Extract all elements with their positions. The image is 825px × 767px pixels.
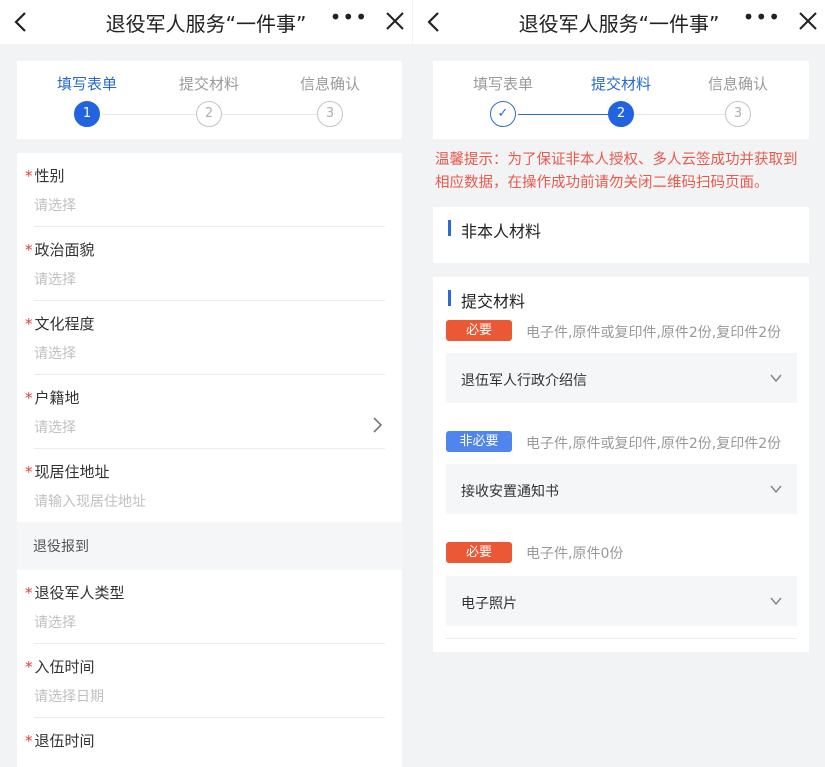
step-number: 2 — [196, 101, 222, 127]
step-number: 3 — [725, 101, 751, 127]
material-item-discharge-letter[interactable]: 退伍军人行政介绍信 — [446, 353, 797, 403]
field-label: * 退伍时间 — [25, 730, 95, 751]
step-label: 信息确认 — [299, 75, 360, 93]
field-placeholder: 请选择 — [34, 198, 76, 214]
household-registration-field[interactable]: * 户籍地 请选择 — [17, 375, 402, 449]
required-mark: * — [25, 584, 33, 602]
step-number: 1 — [74, 101, 100, 127]
step-label: 提交材料 — [590, 75, 651, 93]
field-placeholder: 请选择 — [34, 346, 76, 362]
material-desc: 电子件,原件0份 — [526, 546, 624, 562]
materials-screen: 退役军人服务“一件事” ••• 填写表单 ✓ 提交材料 2 信息确认 3 温馨提… — [413, 0, 825, 767]
required-mark: * — [25, 167, 33, 185]
field-label: * 现居住地址 — [25, 461, 110, 482]
warm-tip: 温馨提示：为了保证非本人授权、多人云签成功并获取到 相应数据，在操作成功前请勿关… — [435, 149, 815, 195]
material-name: 退伍军人行政介绍信 — [461, 373, 587, 389]
required-badge: 必要 — [446, 320, 512, 341]
step-label: 填写表单 — [472, 75, 533, 93]
field-label-text: 入伍时间 — [34, 658, 95, 676]
material-desc: 电子件,原件或复印件,原件2份,复印件2份 — [526, 436, 782, 452]
form-panel: * 性别 请选择 * 政治面貌 请选择 * 文化程度 请选择 * 户籍地 请选择 * 现居… — [17, 153, 402, 767]
field-label: * 政治面貌 — [25, 239, 95, 260]
section-header: 退役报到 — [17, 522, 402, 570]
step-submit-materials: 提交材料 2 — [154, 73, 264, 127]
step-indicator: 填写表单 1 提交材料 2 信息确认 3 — [17, 61, 402, 139]
step-submit-materials: 提交材料 2 — [566, 73, 676, 127]
form-screen: 退役军人服务“一件事” ••• 填写表单 1 提交材料 2 信息确认 3 * 性别… — [0, 0, 412, 767]
step-confirm-info: 信息确认 3 — [683, 73, 793, 127]
gender-field[interactable]: * 性别 请选择 — [17, 153, 402, 227]
close-icon[interactable] — [795, 8, 821, 34]
field-label: * 性别 — [25, 165, 65, 186]
material-item-photo[interactable]: 电子照片 — [446, 576, 797, 626]
required-mark: * — [25, 389, 33, 407]
step-fill-form: 填写表单 ✓ — [448, 73, 558, 127]
step-number: 2 — [608, 101, 634, 127]
field-label-text: 现居住地址 — [34, 463, 110, 481]
field-placeholder: 请选择 — [34, 272, 76, 288]
field-label-text: 文化程度 — [34, 315, 95, 333]
field-placeholder: 请选择 — [34, 615, 76, 631]
required-mark: * — [25, 658, 33, 676]
step-label: 信息确认 — [707, 75, 768, 93]
optional-badge: 非必要 — [446, 431, 512, 452]
submit-materials-card: 提交材料 必要 电子件,原件或复印件,原件2份,复印件2份 退伍军人行政介绍信 … — [433, 277, 809, 652]
step-confirm-info: 信息确认 3 — [275, 73, 385, 127]
required-mark: * — [25, 732, 33, 750]
enlistment-date-field[interactable]: * 入伍时间 请选择日期 — [17, 644, 402, 718]
field-label: * 退役军人类型 — [25, 582, 125, 603]
divider — [446, 638, 797, 639]
field-placeholder: 请选择 — [34, 420, 76, 436]
field-label: * 入伍时间 — [25, 656, 95, 677]
material-item-placement-notice[interactable]: 接收安置通知书 — [446, 464, 797, 514]
section-accent-bar — [448, 290, 451, 306]
chevron-down-icon — [770, 485, 782, 494]
required-mark: * — [25, 315, 33, 333]
chevron-right-icon — [373, 417, 383, 433]
section-title: 退役报到 — [33, 539, 89, 555]
chevron-down-icon — [770, 597, 782, 606]
veteran-type-field[interactable]: * 退役军人类型 请选择 — [17, 570, 402, 644]
more-menu-icon[interactable]: ••• — [743, 5, 781, 29]
card-title: 提交材料 — [461, 292, 526, 311]
field-placeholder: 请输入现居住地址 — [34, 494, 146, 510]
field-placeholder: 请选择日期 — [34, 689, 104, 705]
step-indicator: 填写表单 ✓ 提交材料 2 信息确认 3 — [433, 61, 809, 139]
material-name: 接收安置通知书 — [461, 484, 559, 500]
field-label: * 户籍地 — [25, 387, 80, 408]
field-label-text: 退役军人类型 — [34, 584, 125, 602]
tip-line: 相应数据，在操作成功前请勿关闭二维码扫码页面。 — [435, 175, 769, 191]
material-name: 电子照片 — [461, 596, 517, 612]
chevron-down-icon — [770, 374, 782, 383]
step-fill-form: 填写表单 1 — [32, 73, 142, 127]
title-bar: 退役军人服务“一件事” ••• — [0, 0, 412, 44]
step-number: 3 — [317, 101, 343, 127]
field-label-text: 退伍时间 — [34, 732, 95, 750]
required-mark: * — [25, 463, 33, 481]
step-label: 提交材料 — [178, 75, 239, 93]
education-field[interactable]: * 文化程度 请选择 — [17, 301, 402, 375]
field-label-text: 政治面貌 — [34, 241, 95, 259]
field-label-text: 性别 — [34, 167, 65, 185]
tip-line: 温馨提示：为了保证非本人授权、多人云签成功并获取到 — [435, 152, 798, 168]
material-desc: 电子件,原件或复印件,原件2份,复印件2份 — [526, 325, 782, 341]
card-title: 非本人材料 — [461, 222, 542, 241]
section-accent-bar — [448, 220, 451, 236]
title-bar: 退役军人服务“一件事” ••• — [413, 0, 825, 44]
political-status-field[interactable]: * 政治面貌 请选择 — [17, 227, 402, 301]
check-icon: ✓ — [490, 101, 516, 127]
required-mark: * — [25, 241, 33, 259]
non-self-materials-card: 非本人材料 — [433, 207, 809, 263]
field-label-text: 户籍地 — [34, 389, 80, 407]
close-icon[interactable] — [382, 8, 408, 34]
more-menu-icon[interactable]: ••• — [330, 5, 368, 29]
current-address-field[interactable]: * 现居住地址 请输入现居住地址 — [17, 449, 402, 523]
required-badge: 必要 — [446, 542, 512, 563]
step-label: 填写表单 — [56, 75, 117, 93]
discharge-date-field[interactable]: * 退伍时间 — [17, 718, 402, 767]
field-label: * 文化程度 — [25, 313, 95, 334]
